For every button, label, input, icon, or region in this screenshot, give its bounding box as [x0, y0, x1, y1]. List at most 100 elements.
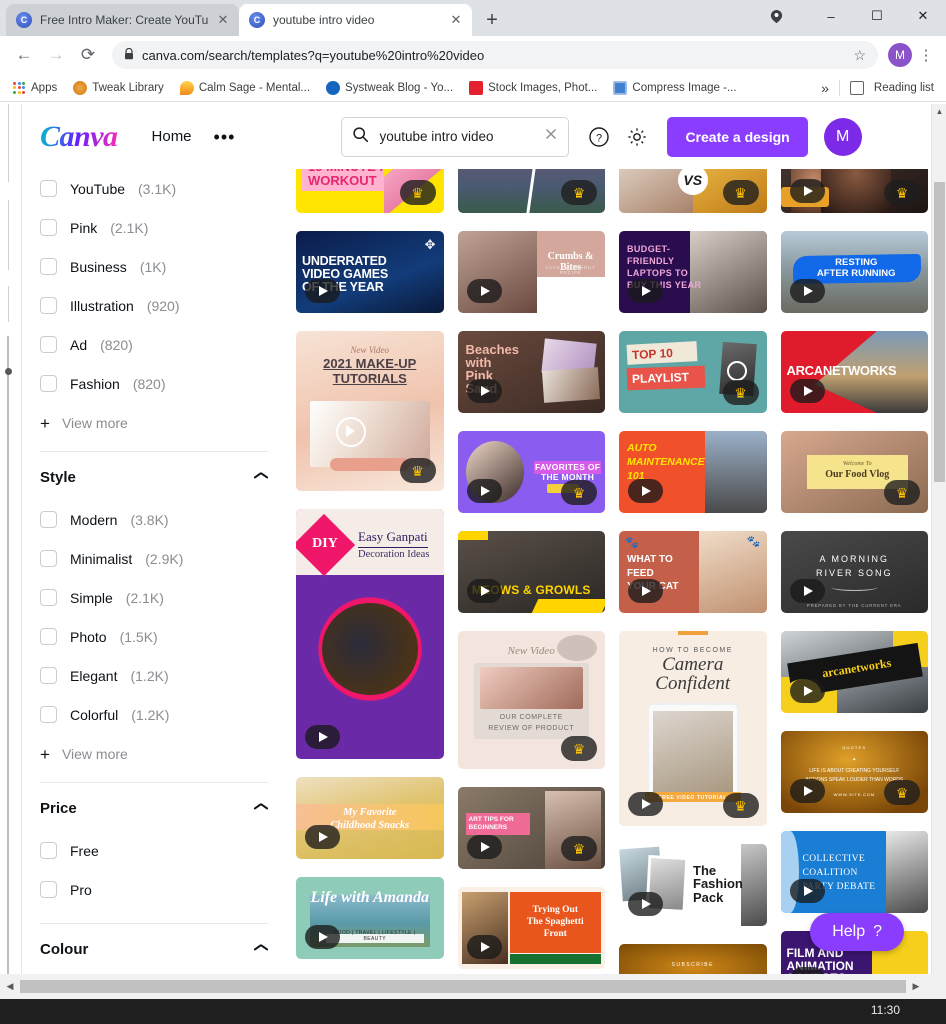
play-icon[interactable] [628, 579, 663, 603]
bookmark-stock-images[interactable]: Stock Images, Phot... [469, 81, 597, 95]
template-card-crumbs-and-bites[interactable]: Crumbs & Bites CLASSIC PEANUT RECIPE [458, 231, 606, 313]
play-icon[interactable] [628, 792, 663, 816]
play-icon[interactable] [790, 179, 825, 203]
bookmark-apps[interactable]: Apps [12, 81, 57, 95]
chevron-up-icon[interactable] [254, 473, 268, 482]
gear-icon[interactable] [625, 125, 649, 149]
template-card-budget-friendly-laptops[interactable]: BUDGET- FRIENDLY LAPTOPS TO BUY THIS YEA… [619, 231, 767, 313]
star-icon[interactable]: ☆ [853, 47, 866, 64]
nav-home-link[interactable]: Home [152, 128, 192, 145]
checkbox-icon[interactable] [40, 219, 57, 236]
play-icon[interactable] [790, 279, 825, 303]
template-card-meows-and-growls[interactable]: MEOWS & GROWLS [458, 531, 606, 613]
search-box[interactable]: youtube intro video [341, 117, 569, 157]
checkbox-icon[interactable] [40, 375, 57, 392]
play-icon[interactable] [790, 579, 825, 603]
scroll-up-arrow[interactable]: ▲ [932, 104, 946, 119]
horizontal-scrollbar-thumb[interactable] [20, 980, 906, 993]
play-icon[interactable] [790, 379, 825, 403]
template-card-our-complete-review-of-product[interactable]: New Video OUR COMPLETE REVIEW OF PRODUCT… [458, 631, 606, 769]
filter-business[interactable]: Business (1K) [40, 247, 268, 286]
play-icon[interactable] [467, 579, 502, 603]
checkbox-icon[interactable] [40, 628, 57, 645]
bookmark-tweak-library[interactable]: Tweak Library [73, 81, 164, 95]
filter-elegant[interactable]: Elegant (1.2K) [40, 656, 268, 695]
price-section-header[interactable]: Price [40, 785, 268, 831]
filter-simple[interactable]: Simple (2.1K) [40, 578, 268, 617]
template-card-beaches-with-pink-sand[interactable]: Beaches with Pink Sand [458, 331, 606, 413]
canva-user-avatar[interactable]: M [824, 118, 862, 156]
play-icon[interactable] [790, 679, 825, 703]
template-card-a-morning-river-song[interactable]: A MORNING RIVER SONG PREPARED BY THE CUR… [781, 531, 929, 613]
filter-illustration[interactable]: Illustration (920) [40, 286, 268, 325]
browser-tab-2[interactable]: C youtube intro video ✕ [239, 4, 472, 36]
template-card-art-tips-for-beginners[interactable]: ART TIPS FOR BEGINNERS ♛ [458, 787, 606, 869]
horizontal-scrollbar[interactable]: ◀ ▶ [0, 974, 946, 999]
close-tab-icon[interactable]: ✕ [450, 12, 462, 28]
template-card-trying-out-the-spaghetti-front[interactable]: Trying Out The Spaghetti Front [458, 887, 606, 969]
play-icon[interactable] [790, 779, 825, 803]
template-card-resting-after-running[interactable]: RESTING AFTER RUNNING [781, 231, 929, 313]
style-view-more-button[interactable]: + View more [40, 734, 268, 774]
checkbox-icon[interactable] [40, 706, 57, 723]
template-card-collective-coalition-party-debate[interactable]: COLLECTIVE COALITION PARTY DEBATE [781, 831, 929, 913]
checkbox-icon[interactable] [40, 258, 57, 275]
scroll-left-arrow[interactable]: ◀ [0, 974, 20, 999]
filter-photo[interactable]: Photo (1.5K) [40, 617, 268, 656]
play-icon[interactable] [467, 379, 502, 403]
filter-minimalist[interactable]: Minimalist (2.9K) [40, 539, 268, 578]
template-card-curly-hair-friends[interactable]: ♛ [781, 169, 929, 213]
template-card-what-to-feed-your-cat[interactable]: WHAT TO FEED YOUR CAT 🐾 🐾 [619, 531, 767, 613]
play-icon[interactable] [628, 479, 663, 503]
create-a-design-button[interactable]: Create a design [667, 117, 807, 157]
template-card-golden-quote-intro[interactable]: QUOTES ✦ LIFE IS ABOUT CREATING YOURSELF… [781, 731, 929, 813]
canva-logo[interactable]: Canva [40, 120, 118, 154]
clear-x-icon[interactable] [544, 127, 558, 146]
help-widget-button[interactable]: Help ? [810, 913, 904, 951]
filter-colorful[interactable]: Colorful (1.2K) [40, 695, 268, 734]
play-icon[interactable] [467, 479, 502, 503]
template-card-auto-maintenance-101[interactable]: AUTO MAINTENANCE 101 [619, 431, 767, 513]
address-bar[interactable]: canva.com/search/templates?q=youtube%20i… [112, 41, 878, 69]
play-icon[interactable] [305, 925, 340, 949]
checkbox-icon[interactable] [40, 297, 57, 314]
play-icon[interactable] [790, 879, 825, 903]
checkbox-icon[interactable] [40, 180, 57, 197]
profile-status-icon[interactable] [766, 6, 786, 26]
play-icon[interactable] [305, 825, 340, 849]
play-icon[interactable] [305, 725, 340, 749]
bookmark-systweak-blog[interactable]: Systweak Blog - Yo... [326, 81, 453, 95]
play-icon[interactable] [305, 279, 340, 303]
close-window-button[interactable]: ✕ [900, 0, 946, 32]
new-tab-button[interactable]: + [478, 6, 506, 34]
nav-more-menu[interactable]: ••• [214, 132, 236, 142]
bookmark-calm-sage[interactable]: Calm Sage - Mental... [180, 81, 310, 95]
topic-view-more-button[interactable]: + View more [40, 403, 268, 443]
reload-button[interactable]: ⟳ [74, 41, 102, 69]
filter-pink[interactable]: Pink (2.1K) [40, 208, 268, 247]
play-icon[interactable] [628, 892, 663, 916]
play-icon[interactable] [467, 279, 502, 303]
chevron-up-icon[interactable] [254, 945, 268, 954]
style-section-header[interactable]: Style [40, 454, 268, 500]
minimize-button[interactable]: – [808, 0, 854, 32]
chevron-up-icon[interactable] [254, 804, 268, 813]
template-card-favorites-of-the-month[interactable]: FAVORITES OF THE MONTH ♛ [458, 431, 606, 513]
vertical-scrollbar-thumb[interactable] [934, 182, 945, 482]
template-card-the-fashion-pack[interactable]: The Fashion Pack [619, 844, 767, 926]
template-card-palm-trees-split[interactable]: ♛ [458, 169, 606, 213]
play-icon[interactable] [628, 279, 663, 303]
maximize-button[interactable]: ☐ [854, 0, 900, 32]
template-card-diy-easy-ganpati-decoration[interactable]: DIY Easy Ganpati Decoration Ideas [296, 509, 444, 759]
forward-button[interactable]: → [42, 41, 70, 69]
play-icon[interactable] [467, 835, 502, 859]
back-button[interactable]: ← [10, 41, 38, 69]
bookmark-compress-image[interactable]: Compress Image -... [613, 81, 736, 95]
kebab-menu-icon[interactable]: ⋮ [916, 46, 936, 64]
bookmarks-overflow-button[interactable]: » [821, 80, 829, 96]
question-circle-icon[interactable]: ? [587, 125, 611, 149]
move-drag-icon[interactable]: ✥ [425, 237, 436, 253]
checkbox-icon[interactable] [40, 511, 57, 528]
checkbox-icon[interactable] [40, 336, 57, 353]
checkbox-icon[interactable] [40, 667, 57, 684]
